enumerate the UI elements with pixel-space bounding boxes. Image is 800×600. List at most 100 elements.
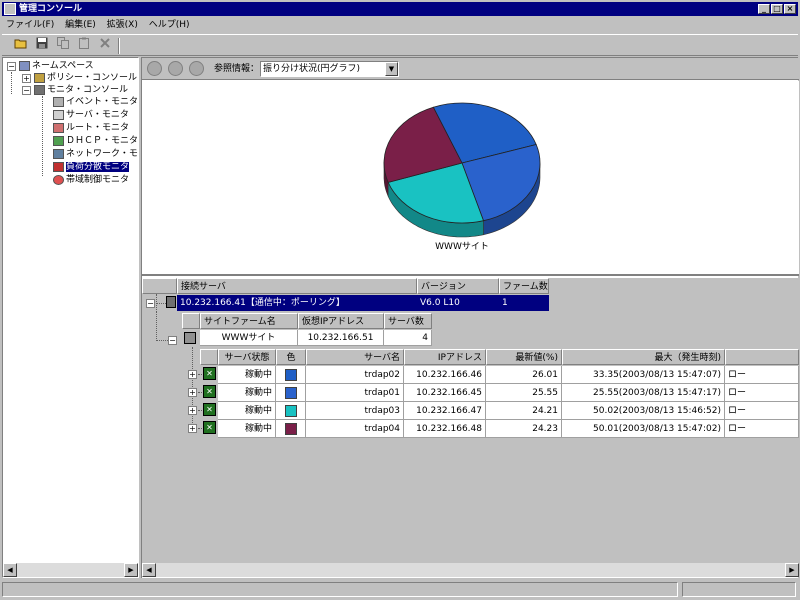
col-header-farms[interactable]: ファーム数 (499, 278, 549, 294)
detail-col-header-color[interactable]: 色 (276, 349, 306, 365)
detail-col-header-extra[interactable] (725, 349, 799, 365)
tree-line (156, 294, 157, 310)
detail-col-header-max[interactable]: 最大（発生時刻) (562, 349, 725, 365)
server-row-farms[interactable]: 1 (499, 295, 549, 311)
row-max-cell[interactable]: 50.01(2003/08/13 15:47:02) (562, 420, 725, 438)
close-button[interactable]: × (784, 4, 796, 14)
next-button[interactable] (189, 61, 204, 76)
app-icon (4, 3, 16, 15)
col-header-version[interactable]: バージョン (417, 278, 499, 294)
collapse-icon[interactable]: − (22, 86, 31, 95)
maximize-button[interactable]: □ (771, 4, 783, 14)
prev-button[interactable] (147, 61, 162, 76)
row-latest-cell[interactable]: 26.01 (486, 366, 562, 384)
row-latest-cell[interactable]: 24.21 (486, 402, 562, 420)
expand-icon[interactable]: + (188, 388, 197, 397)
row-name-cell[interactable]: trdap03 (306, 402, 404, 420)
tree-item-bandwidth-monitor[interactable]: 帯域制御モニタ (53, 174, 129, 186)
row-max-cell[interactable]: 50.02(2003/08/13 15:46:52) (562, 402, 725, 420)
tree-item-network-monitor[interactable]: ネットワーク・モ (53, 148, 138, 160)
tree-pane: − ネームスペース + ポリシー・コンソール − モニタ・コンソール イベント・… (2, 57, 139, 578)
farm-row-name[interactable]: WWWサイト (200, 330, 298, 346)
open-folder-icon[interactable] (12, 37, 30, 55)
tree-item-event-monitor[interactable]: イベント・モニタ (53, 96, 138, 108)
row-ip-cell[interactable]: 10.232.166.47 (404, 402, 486, 420)
content-hscrollbar[interactable]: ◀ ▶ (142, 563, 799, 577)
row-color-cell[interactable] (276, 366, 306, 384)
paste-icon[interactable] (75, 37, 93, 55)
minimize-button[interactable]: _ (758, 4, 770, 14)
row-color-cell[interactable] (276, 384, 306, 402)
network-monitor-icon (53, 148, 64, 159)
row-color-cell[interactable] (276, 420, 306, 438)
expand-icon[interactable]: + (188, 406, 197, 415)
detail-col-header-status[interactable]: サーバ状態 (218, 349, 276, 365)
stop-button[interactable] (168, 61, 183, 76)
tree-root[interactable]: ネームスペース (19, 60, 94, 72)
row-ip-cell[interactable]: 10.232.166.48 (404, 420, 486, 438)
expand-icon[interactable]: + (188, 370, 197, 379)
collapse-icon[interactable]: − (7, 62, 16, 71)
collapse-icon[interactable]: − (168, 336, 177, 345)
row-status-cell[interactable]: 稼動中 (218, 420, 276, 438)
save-icon[interactable] (33, 37, 51, 55)
scroll-left-icon[interactable]: ◀ (142, 563, 156, 577)
row-extra-cell[interactable]: ロー (725, 402, 799, 420)
row-status-cell[interactable]: 稼動中 (218, 366, 276, 384)
row-status-cell[interactable]: 稼動中 (218, 402, 276, 420)
tree-item-server-monitor[interactable]: サーバ・モニタ (53, 109, 129, 121)
row-name-cell[interactable]: trdap01 (306, 384, 404, 402)
menu-edit[interactable]: 編集(E) (61, 17, 100, 33)
tree-hscrollbar[interactable]: ◀ ▶ (3, 563, 138, 577)
expand-icon[interactable]: + (22, 74, 31, 83)
ref-select-value: 振り分け状況(円グラフ) (263, 64, 361, 74)
row-extra-cell[interactable]: ロー (725, 384, 799, 402)
window-title: 管理コンソール (19, 4, 83, 14)
tree-item-dhcp-monitor[interactable]: ＤＨＣＰ・モニタ (53, 135, 138, 147)
row-status-cell[interactable]: 稼動中 (218, 384, 276, 402)
menu-extend[interactable]: 拡張(X) (103, 17, 142, 33)
detail-col-header-ip[interactable]: IPアドレス (404, 349, 486, 365)
tree-item-label: ポリシー・コンソール (47, 73, 138, 83)
row-name-cell[interactable]: trdap02 (306, 366, 404, 384)
server-row-version[interactable]: V6.0 L10 (417, 295, 499, 311)
tree-line (198, 374, 202, 375)
server-row-name[interactable]: 10.232.166.41【通信中：ポーリング】 (177, 295, 417, 311)
row-ip-cell[interactable]: 10.232.166.46 (404, 366, 486, 384)
tree-item-load-monitor[interactable]: 負荷分散モニタ (53, 161, 130, 173)
row-extra-cell[interactable]: ロー (725, 420, 799, 438)
farm-row-vip[interactable]: 10.232.166.51 (298, 330, 384, 346)
color-swatch (284, 422, 297, 435)
row-name-cell[interactable]: trdap04 (306, 420, 404, 438)
row-latest-cell[interactable]: 24.23 (486, 420, 562, 438)
detail-col-header-name[interactable]: サーバ名 (306, 349, 404, 365)
farm-col-header-vip[interactable]: 仮想IPアドレス (298, 313, 384, 329)
expand-icon[interactable]: + (188, 424, 197, 433)
row-max-cell[interactable]: 25.55(2003/08/13 15:47:17) (562, 384, 725, 402)
col-header-server[interactable]: 接続サーバ (177, 278, 417, 294)
farm-row-count[interactable]: 4 (384, 330, 432, 346)
tree-item-policy[interactable]: ポリシー・コンソール (34, 72, 137, 84)
row-extra-cell[interactable]: ロー (725, 366, 799, 384)
copy-icon[interactable] (54, 37, 72, 55)
farm-col-header-count[interactable]: サーバ数 (384, 313, 432, 329)
farm-col-header-name[interactable]: サイトファーム名 (200, 313, 298, 329)
detail-header-corner (200, 349, 218, 365)
scroll-right-icon[interactable]: ▶ (785, 563, 799, 577)
row-ip-cell[interactable]: 10.232.166.45 (404, 384, 486, 402)
row-max-cell[interactable]: 33.35(2003/08/13 15:47:07) (562, 366, 725, 384)
row-color-cell[interactable] (276, 402, 306, 420)
tree-item-monitor[interactable]: モニタ・コンソール (34, 84, 128, 96)
scroll-left-icon[interactable]: ◀ (3, 563, 17, 577)
ref-select[interactable]: 振り分け状況(円グラフ) ▼ (260, 61, 399, 77)
scroll-right-icon[interactable]: ▶ (124, 563, 138, 577)
delete-icon[interactable] (96, 37, 114, 55)
detail-col-header-latest[interactable]: 最新値(%) (486, 349, 562, 365)
tree-item-route-monitor[interactable]: ルート・モニタ (53, 122, 129, 134)
title-bar[interactable]: 管理コンソール _ □ × (2, 2, 798, 16)
menu-file[interactable]: ファイル(F) (2, 17, 58, 33)
collapse-icon[interactable]: − (146, 299, 155, 308)
chevron-down-icon[interactable]: ▼ (385, 62, 398, 76)
menu-help[interactable]: ヘルプ(H) (145, 17, 194, 33)
row-latest-cell[interactable]: 25.55 (486, 384, 562, 402)
